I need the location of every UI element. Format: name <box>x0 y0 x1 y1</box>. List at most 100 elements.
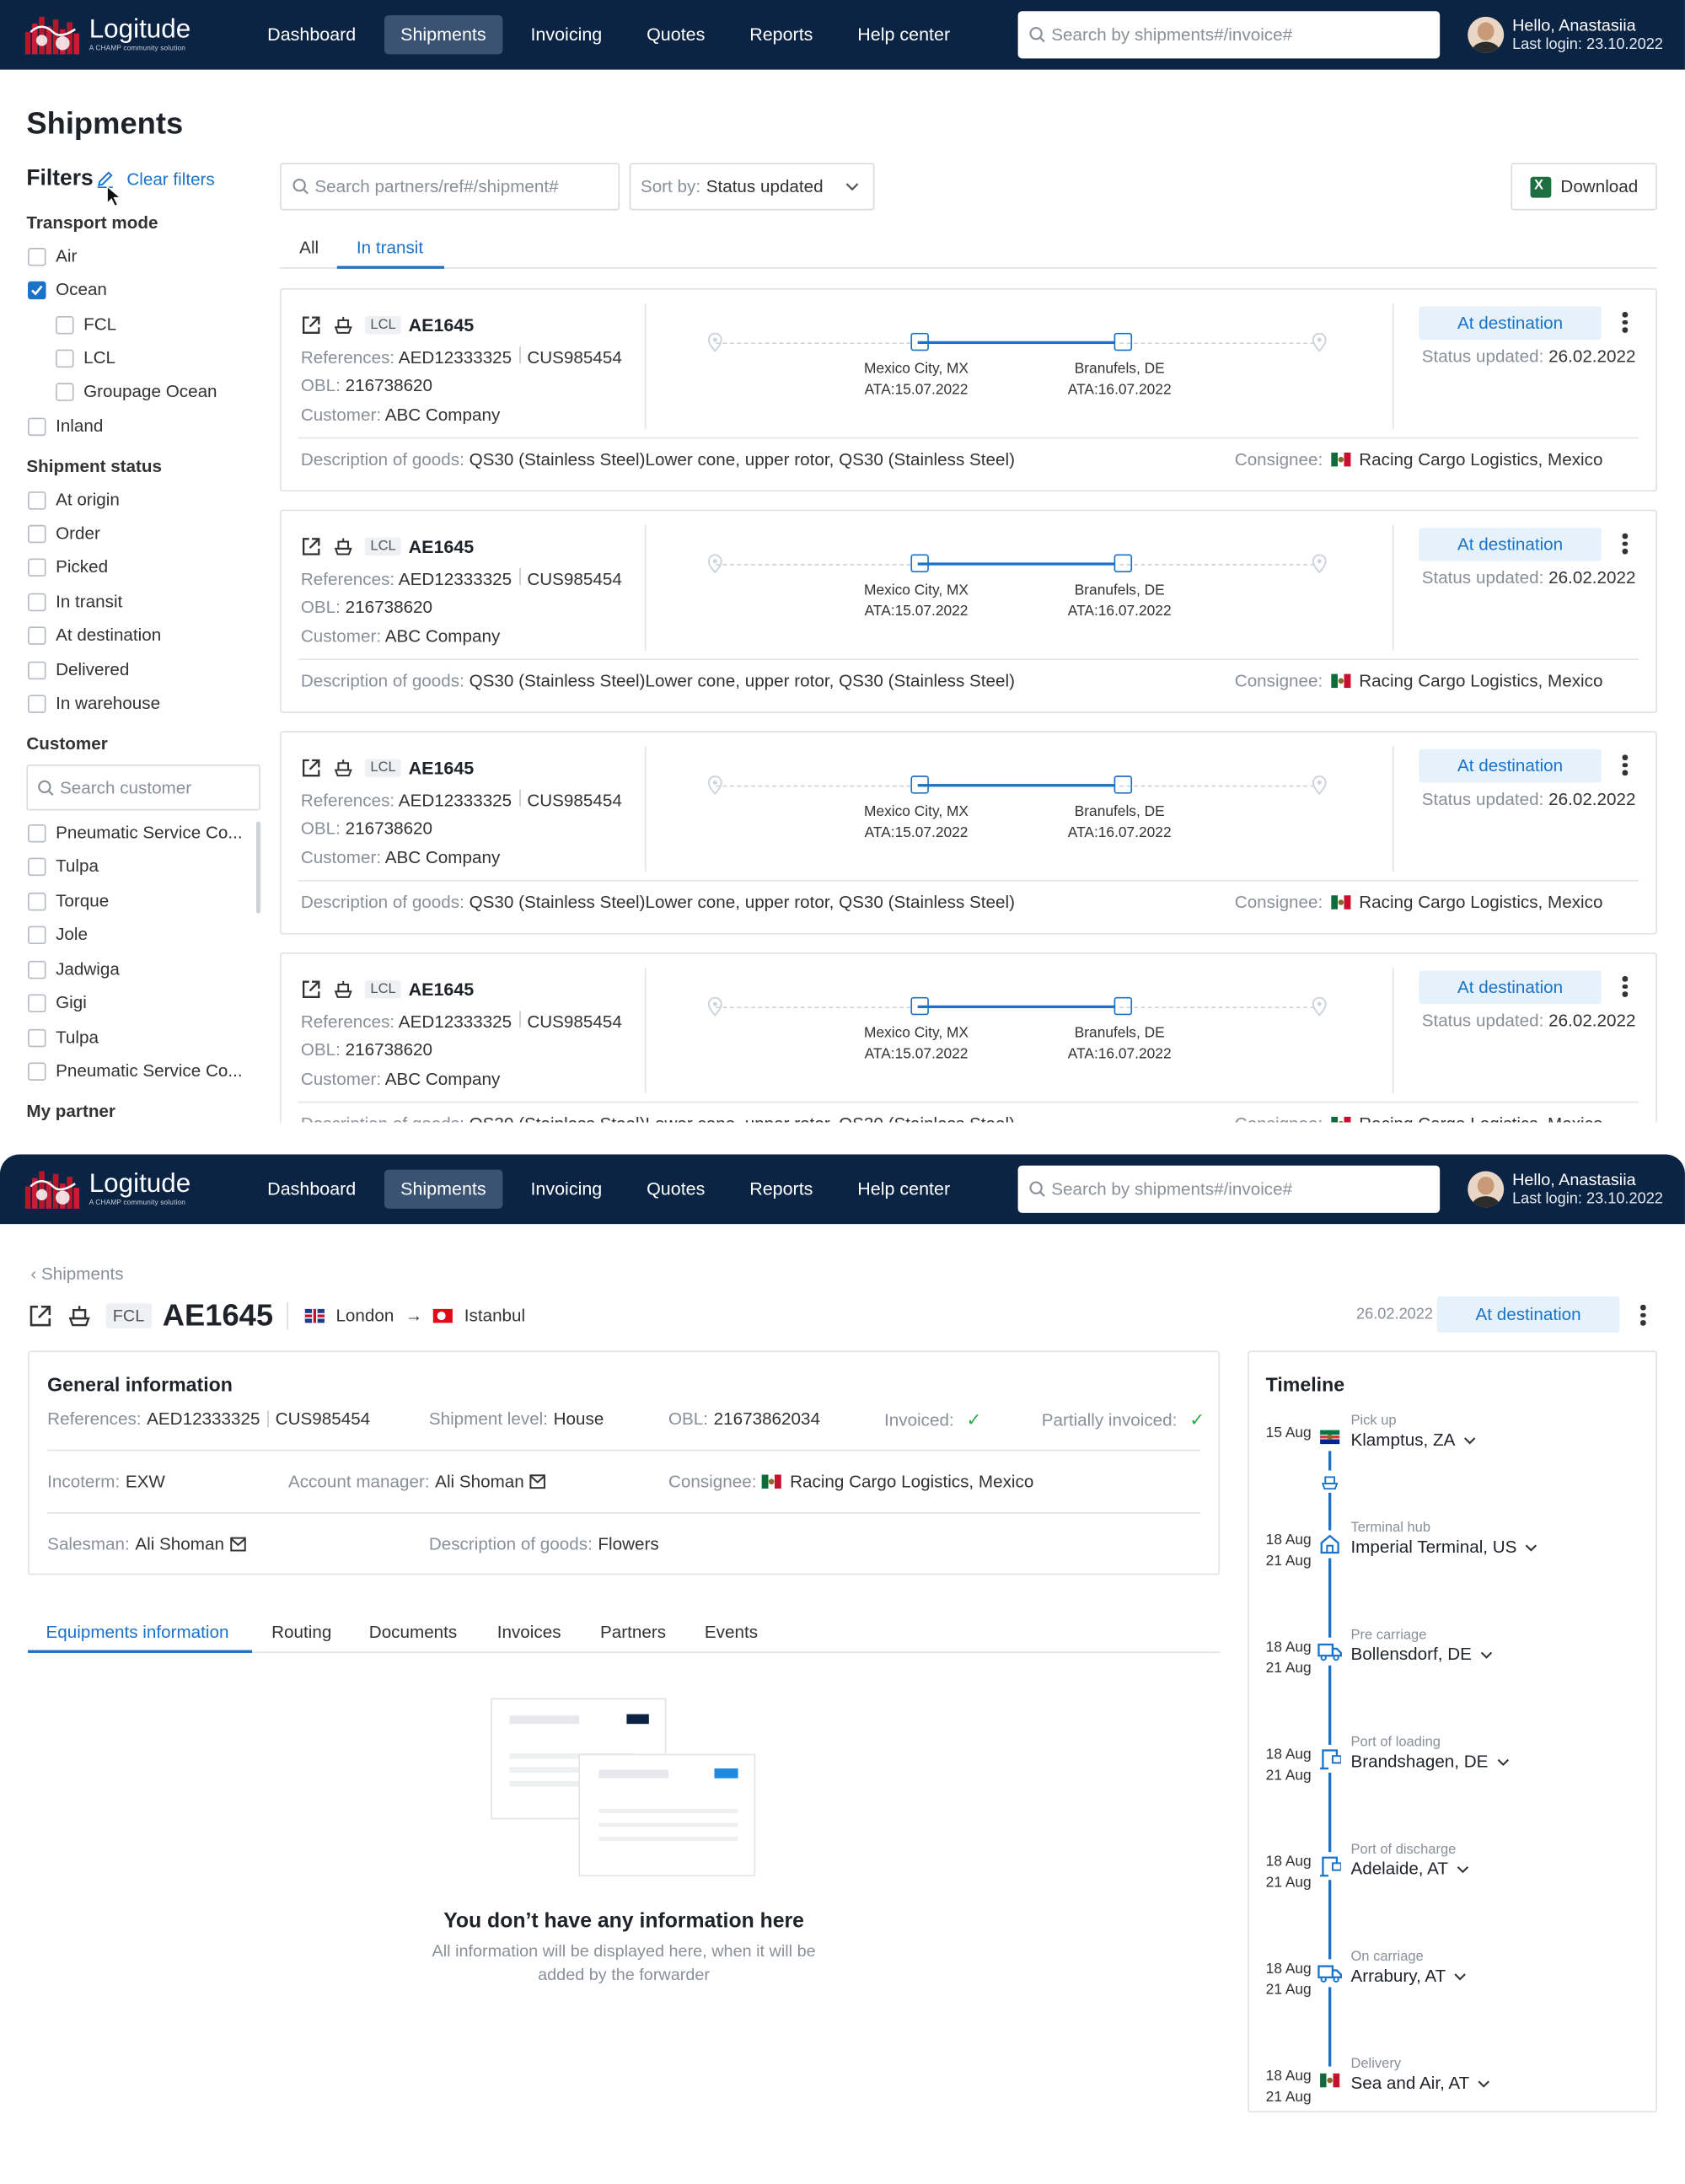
nav-help-center[interactable]: Help center <box>840 1170 966 1209</box>
breadcrumb[interactable]: ‹ Shipments <box>30 1264 123 1284</box>
checkbox[interactable] <box>28 592 46 611</box>
chevron-down-icon[interactable] <box>1463 1434 1476 1446</box>
tab-events[interactable]: Events <box>705 1623 758 1642</box>
more-options-icon[interactable] <box>1621 530 1629 556</box>
filter-in-warehouse[interactable]: In warehouse <box>28 694 160 713</box>
customer-search-input[interactable]: Search customer <box>26 764 260 811</box>
filter-inland[interactable]: Inland <box>28 416 103 436</box>
filter-lcl[interactable]: LCL <box>56 348 115 368</box>
checkbox[interactable] <box>28 523 46 543</box>
shipment-card[interactable]: LCL AE1645 References: AED12333325 CUS985… <box>280 952 1657 1123</box>
chevron-down-icon[interactable] <box>1478 2077 1490 2090</box>
open-external-icon[interactable] <box>28 1303 53 1328</box>
nav-quotes[interactable]: Quotes <box>630 1170 722 1209</box>
filter-at-destination[interactable]: At destination <box>28 625 161 645</box>
global-search-input[interactable]: Search by shipments#/invoice# <box>1017 1165 1441 1213</box>
tab-invoices[interactable]: Invoices <box>497 1623 561 1642</box>
filter-customer[interactable]: Tulpa <box>28 1028 99 1047</box>
checkbox-checked[interactable] <box>28 280 46 299</box>
chevron-down-icon[interactable] <box>1457 1863 1469 1875</box>
sort-select[interactable]: Sort by: Status updated <box>629 163 875 211</box>
filter-air[interactable]: Air <box>28 246 77 266</box>
checkbox[interactable] <box>28 856 46 876</box>
more-options-icon[interactable] <box>1621 309 1629 335</box>
checkbox[interactable] <box>28 625 46 645</box>
open-external-icon[interactable] <box>301 758 322 779</box>
timeline-item[interactable]: 18 Aug 21 Aug Delivery Sea and Air, AT <box>1249 2057 1653 2122</box>
filter-groupage-ocean[interactable]: Groupage Ocean <box>56 382 217 401</box>
filter-picked[interactable]: Picked <box>28 557 108 577</box>
chevron-down-icon[interactable] <box>1525 1541 1537 1553</box>
checkbox[interactable] <box>28 491 46 509</box>
more-options-icon[interactable] <box>1639 1302 1647 1328</box>
tab-documents[interactable]: Documents <box>369 1623 457 1642</box>
checkbox[interactable] <box>28 892 46 910</box>
shipment-card[interactable]: LCL AE1645 References: AED12333325 CUS985… <box>280 509 1657 713</box>
checkbox[interactable] <box>28 1028 46 1047</box>
filter-in-transit[interactable]: In transit <box>28 592 122 611</box>
checkbox[interactable] <box>28 960 46 979</box>
timeline-item[interactable]: 18 Aug 21 Aug On carriage Arrabury, AT <box>1249 1950 1653 2015</box>
timeline-item[interactable]: 18 Aug 21 Aug Pre carriage Bollensdorf, D… <box>1249 1628 1653 1693</box>
clear-filters-link[interactable]: Clear filters <box>126 170 214 190</box>
filter-customer[interactable]: Torque <box>28 891 109 910</box>
tab-routing[interactable]: Routing <box>271 1623 331 1642</box>
nav-dashboard[interactable]: Dashboard <box>250 1170 373 1209</box>
filter-fcl[interactable]: FCL <box>56 314 116 334</box>
shipment-search-input[interactable]: Search partners/ref#/shipment# <box>280 163 620 211</box>
timeline-item[interactable]: 18 Aug 21 Aug Port of loading Brandshagen… <box>1249 1735 1653 1800</box>
filter-customer[interactable]: Pneumatic Service Co... <box>28 823 243 842</box>
checkbox[interactable] <box>28 824 46 842</box>
filter-customer[interactable]: Tulpa <box>28 856 99 876</box>
timeline-item[interactable]: 18 Aug 21 Aug Terminal hub Imperial Termi… <box>1249 1521 1653 1586</box>
filter-scrollbar[interactable] <box>255 821 260 914</box>
checkbox[interactable] <box>28 247 46 266</box>
checkbox[interactable] <box>28 416 46 436</box>
download-button[interactable]: Download <box>1511 163 1657 211</box>
shipment-number[interactable]: AE1645 <box>409 314 475 335</box>
mail-icon[interactable] <box>230 1536 248 1553</box>
nav-shipments[interactable]: Shipments <box>384 1169 503 1209</box>
shipment-number[interactable]: AE1645 <box>409 758 475 779</box>
checkbox[interactable] <box>28 557 46 577</box>
checkbox[interactable] <box>28 925 46 944</box>
nav-invoicing[interactable]: Invoicing <box>514 1170 619 1209</box>
filter-at-origin[interactable]: At origin <box>28 491 120 510</box>
open-external-icon[interactable] <box>301 979 322 1000</box>
shipment-card[interactable]: LCL AE1645 References: AED12333325 CUS985… <box>280 731 1657 935</box>
tab-partners[interactable]: Partners <box>600 1623 666 1642</box>
filter-customer[interactable]: Jadwiga <box>28 959 120 979</box>
shipment-card[interactable]: LCL AE1645 References: AED12333325 CUS985… <box>280 287 1657 492</box>
chevron-down-icon[interactable] <box>1454 1970 1467 1983</box>
checkbox[interactable] <box>28 1061 46 1081</box>
filter-order[interactable]: Order <box>28 523 100 543</box>
more-options-icon[interactable] <box>1621 974 1629 1000</box>
breadcrumb-shipments[interactable]: Shipments <box>41 1264 124 1284</box>
mail-icon[interactable] <box>529 1473 547 1490</box>
filter-customer[interactable]: Gigi <box>28 993 87 1012</box>
tab-all[interactable]: All <box>299 238 319 257</box>
nav-reports[interactable]: Reports <box>732 1170 829 1209</box>
tab-in-transit[interactable]: In transit <box>357 238 423 257</box>
user-menu[interactable]: Hello, Anastasiia Last login: 23.10.2022 <box>1468 1170 1663 1209</box>
open-external-icon[interactable] <box>301 536 322 557</box>
logo[interactable]: Logitude A CHAMP community solution <box>24 1167 191 1211</box>
shipment-number[interactable]: AE1645 <box>409 979 475 1000</box>
chevron-down-icon[interactable] <box>1480 1648 1493 1661</box>
filter-customer[interactable]: Pneumatic Service Co... <box>28 1061 243 1081</box>
filter-delivered[interactable]: Delivered <box>28 660 129 679</box>
chevron-down-icon[interactable] <box>1496 1755 1509 1768</box>
shipment-number[interactable]: AE1645 <box>409 536 475 557</box>
more-options-icon[interactable] <box>1621 752 1629 778</box>
filter-customer[interactable]: Jole <box>28 925 88 944</box>
checkbox[interactable] <box>28 694 46 712</box>
timeline-item[interactable]: 18 Aug 21 Aug Port of discharge Adelaide,… <box>1249 1843 1653 1908</box>
checkbox[interactable] <box>56 348 74 368</box>
checkbox[interactable] <box>28 660 46 679</box>
timeline-item[interactable]: 15 Aug Pick up Klamptus, ZA <box>1249 1414 1653 1478</box>
open-external-icon[interactable] <box>301 314 322 335</box>
tab-equipments-information[interactable]: Equipments information <box>46 1623 229 1642</box>
checkbox[interactable] <box>56 382 74 400</box>
checkbox[interactable] <box>28 993 46 1012</box>
filter-ocean[interactable]: Ocean <box>28 280 107 299</box>
